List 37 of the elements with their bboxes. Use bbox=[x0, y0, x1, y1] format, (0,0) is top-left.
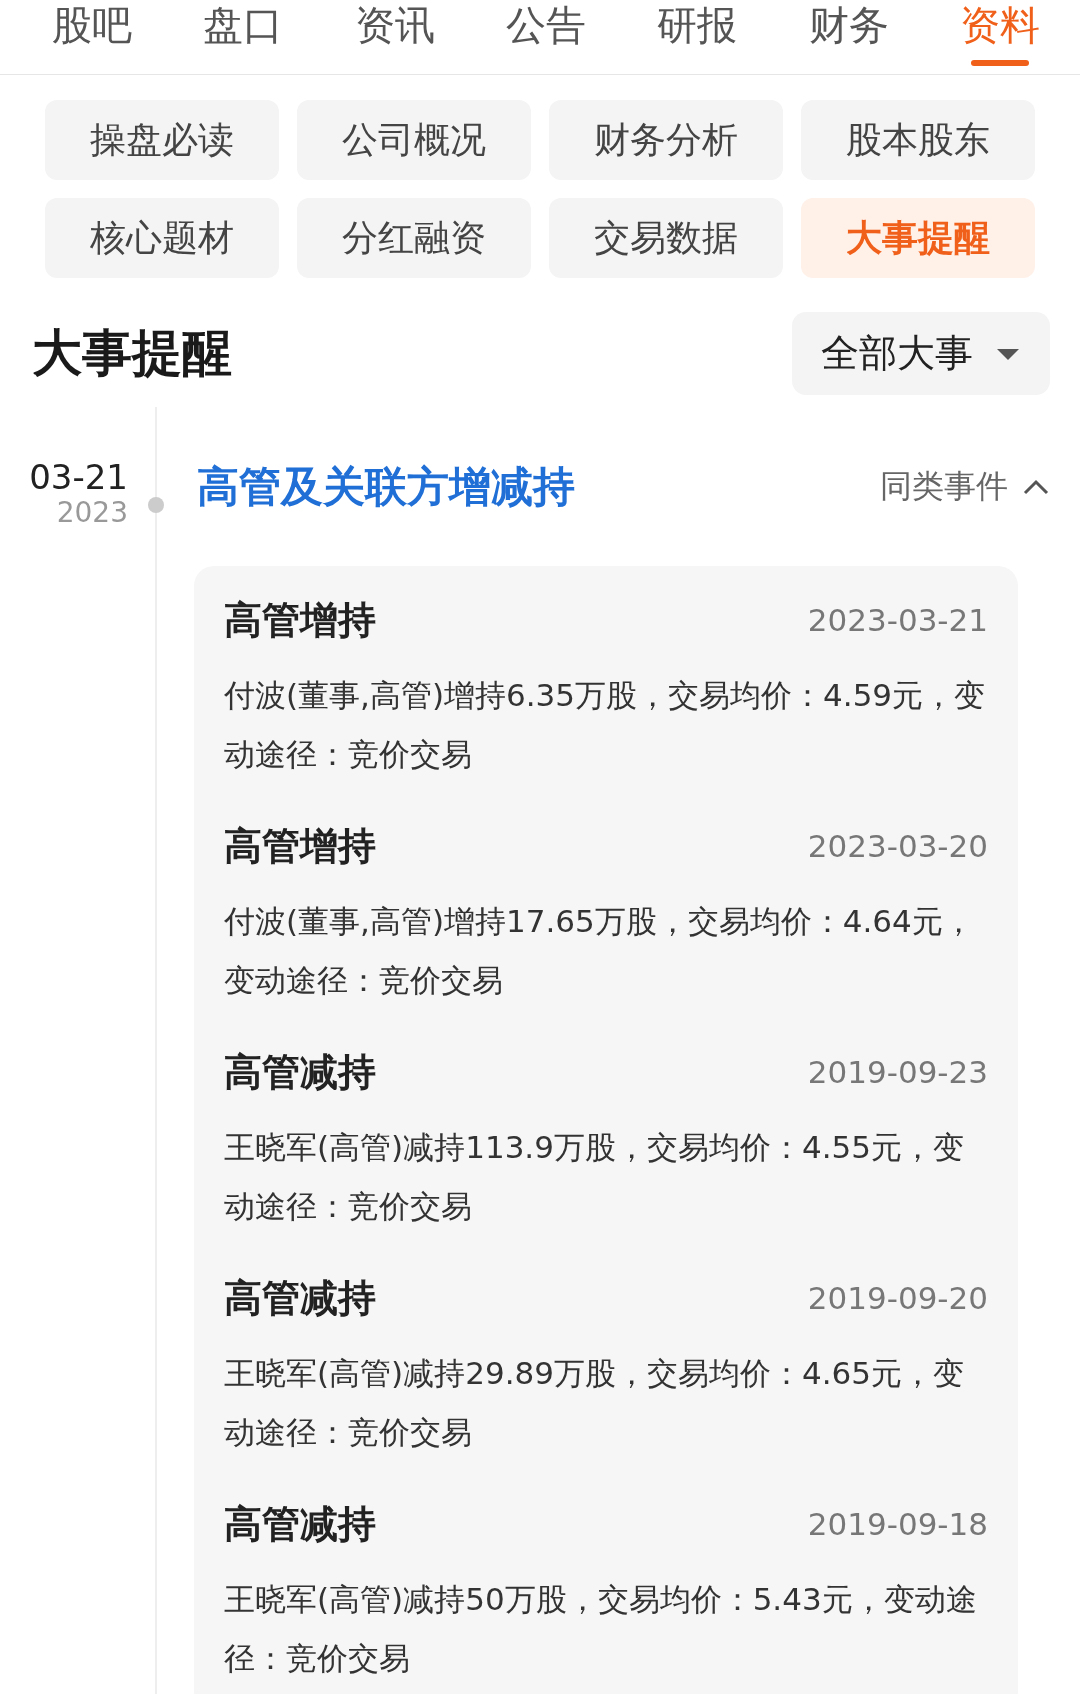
category-button[interactable]: 交易数据 bbox=[549, 198, 783, 278]
category-button[interactable]: 财务分析 bbox=[549, 100, 783, 180]
section-title: 大事提醒 bbox=[32, 323, 232, 384]
similar-events-toggle[interactable]: 同类事件 bbox=[880, 465, 1050, 509]
event-date: 03-21 bbox=[29, 457, 128, 497]
event-date: 2019-09-20 bbox=[807, 1280, 988, 1316]
event-title: 高管增持 bbox=[224, 822, 376, 870]
caret-icon bbox=[995, 346, 1021, 361]
category-button[interactable]: 公司概况 bbox=[297, 100, 531, 180]
category-button[interactable]: 分红融资 bbox=[297, 198, 531, 278]
event-date: 2023-03-20 bbox=[807, 828, 988, 864]
event-description: 付波(董事,高管)增持17.65万股，交易均价：4.64元，变动途径：竞价交易 bbox=[224, 902, 975, 1000]
event-date: 2019-09-23 bbox=[807, 1054, 988, 1090]
event-filter-dropdown[interactable]: 全部大事 bbox=[792, 312, 1050, 395]
event-title: 高管减持 bbox=[224, 1048, 376, 1096]
nav-tab[interactable]: 财务 bbox=[808, 2, 889, 70]
event-description: 王晓军(高管)减持113.9万股，交易均价：4.55元，变动途径：竞价交易 bbox=[224, 1128, 965, 1226]
event-title: 高管减持 bbox=[224, 1274, 376, 1322]
category-button[interactable]: 操盘必读 bbox=[45, 100, 279, 180]
nav-tab[interactable]: 盘口 bbox=[203, 2, 284, 70]
event-description: 王晓军(高管)减持50万股，交易均价：5.43元，变动途径：竞价交易 bbox=[224, 1580, 978, 1678]
nav-tab[interactable]: 股吧 bbox=[52, 2, 132, 70]
chevron-up-icon bbox=[1022, 479, 1050, 495]
nav-tab[interactable]: 研报 bbox=[657, 2, 738, 70]
event-title: 高管增持 bbox=[224, 596, 376, 644]
nav-tab[interactable]: 公告 bbox=[506, 2, 586, 70]
event-title: 高管减持 bbox=[224, 1500, 376, 1548]
category-button[interactable]: 股本股东 bbox=[801, 100, 1035, 180]
event-category-title: 高管及关联方增减持 bbox=[197, 461, 575, 513]
event-date: 2023-03-21 bbox=[807, 602, 988, 638]
event-year: 2023 bbox=[56, 497, 128, 529]
category-button[interactable]: 核心题材 bbox=[45, 198, 279, 278]
event-date: 2019-09-18 bbox=[807, 1506, 988, 1542]
event-description: 王晓军(高管)减持29.89万股，交易均价：4.65元，变动途径：竞价交易 bbox=[224, 1354, 965, 1452]
timeline-dot bbox=[148, 497, 164, 513]
nav-tab[interactable]: 资讯 bbox=[354, 2, 435, 70]
event-description: 付波(董事,高管)增持6.35万股，交易均价：4.59元，变动途径：竞价交易 bbox=[224, 676, 987, 774]
